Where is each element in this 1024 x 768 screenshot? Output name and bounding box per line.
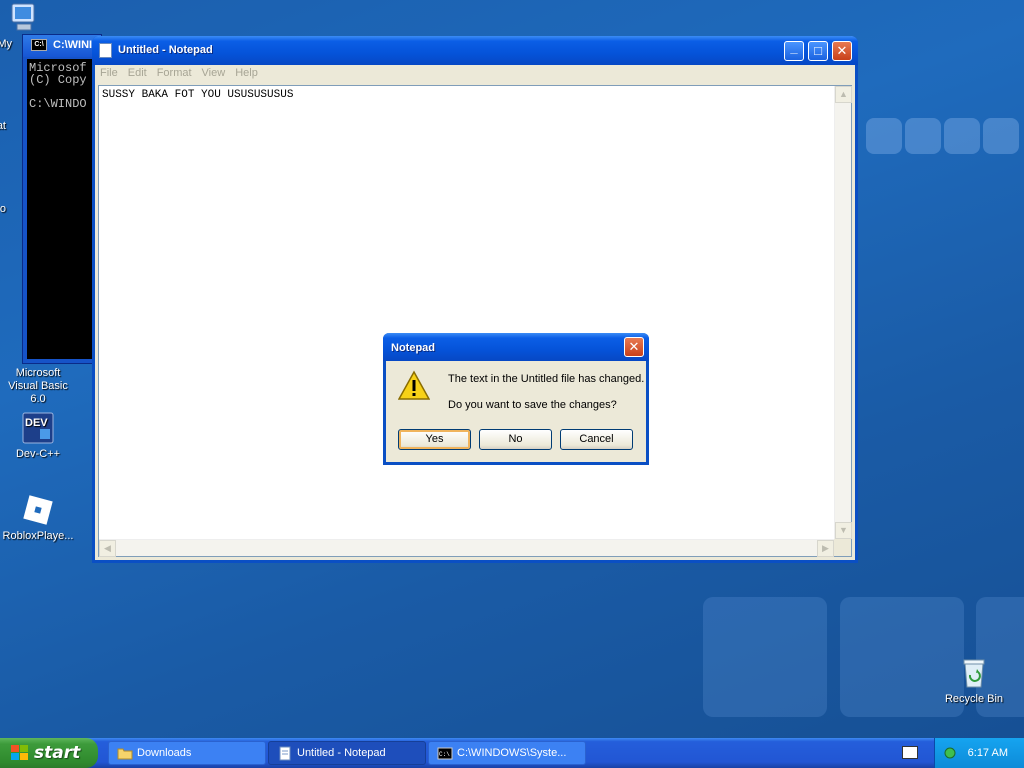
notepad-icon bbox=[99, 43, 112, 58]
clock[interactable]: 6:17 AM bbox=[968, 747, 1008, 759]
notepad-titlebar[interactable]: Untitled - Notepad _ □ ✕ bbox=[92, 36, 858, 65]
desktop-decoration bbox=[866, 118, 902, 154]
notepad-icon bbox=[277, 746, 293, 761]
cancel-button[interactable]: Cancel bbox=[560, 429, 633, 450]
notepad-title: Untitled - Notepad bbox=[118, 44, 213, 56]
desktop-icon-label: Recycle Bin bbox=[944, 693, 1004, 705]
scroll-up-button[interactable]: ▲ bbox=[835, 86, 852, 103]
no-button[interactable]: No bbox=[479, 429, 552, 450]
windows-logo-icon bbox=[11, 745, 29, 762]
taskbar-item-label: Downloads bbox=[137, 747, 192, 759]
menu-edit[interactable]: Edit bbox=[123, 65, 152, 81]
desktop-icon-recycle-bin[interactable]: Recycle Bin bbox=[936, 657, 1012, 706]
cmd-title: C:\WINI bbox=[53, 39, 93, 51]
menu-view[interactable]: View bbox=[197, 65, 231, 81]
desktop-icon-label: RobloxPlaye... bbox=[2, 530, 74, 542]
taskbar-item-notepad[interactable]: Untitled - Notepad bbox=[268, 741, 426, 765]
console-output[interactable]: Microsof (C) Copy C:\WINDO bbox=[27, 59, 101, 359]
taskbar-item-downloads[interactable]: Downloads bbox=[108, 741, 266, 765]
dialog-title: Notepad bbox=[391, 342, 435, 354]
cmd-titlebar[interactable]: C:\ C:\WINI bbox=[23, 35, 101, 57]
taskbar-item-label: Untitled - Notepad bbox=[297, 747, 386, 759]
maximize-button[interactable]: □ bbox=[808, 41, 828, 61]
dialog-titlebar[interactable]: Notepad ✕ bbox=[383, 333, 649, 361]
save-changes-dialog[interactable]: Notepad ✕ The text in the Untitled file … bbox=[383, 333, 649, 465]
text-editor[interactable]: SUSSY BAKA FOT YOU USUSUSUSUS ▲ ▼ ◀ ▶ bbox=[98, 85, 852, 557]
desktop-icon-dev-cpp[interactable]: DEV Dev-C++ bbox=[0, 412, 76, 461]
taskbar-item-cmd[interactable]: C:\ C:\WINDOWS\Syste... bbox=[428, 741, 586, 765]
roblox-icon bbox=[22, 494, 54, 526]
keyboard-icon[interactable] bbox=[902, 746, 918, 759]
vertical-scrollbar[interactable]: ▲ ▼ bbox=[834, 86, 852, 539]
dialog-question: Do you want to save the changes? bbox=[448, 399, 617, 411]
scroll-left-button[interactable]: ◀ bbox=[99, 540, 116, 557]
system-tray: 6:17 AM bbox=[934, 738, 1024, 768]
console-line: C:\WINDO bbox=[29, 97, 87, 111]
console-line: (C) Copy bbox=[29, 73, 87, 87]
menu-format[interactable]: Format bbox=[152, 65, 197, 81]
editor-content[interactable]: SUSSY BAKA FOT YOU USUSUSUSUS bbox=[102, 89, 293, 101]
command-prompt-window[interactable]: C:\ C:\WINI Microsof (C) Copy C:\WINDO bbox=[22, 34, 102, 364]
recycle-bin-icon bbox=[958, 657, 990, 689]
warning-icon bbox=[397, 370, 431, 402]
cmd-icon: C:\ bbox=[437, 746, 453, 761]
dialog-close-button[interactable]: ✕ bbox=[624, 337, 644, 357]
menu-file[interactable]: File bbox=[95, 65, 123, 81]
resize-grip[interactable] bbox=[834, 539, 851, 556]
svg-text:DEV: DEV bbox=[25, 417, 48, 429]
desktop-icon-label: Microsoft Visual Basic 6.0 bbox=[8, 367, 68, 405]
folder-icon bbox=[117, 746, 133, 761]
dev-cpp-icon: DEV bbox=[22, 412, 54, 444]
desktop-decoration bbox=[983, 118, 1019, 154]
desktop-icon-visual-basic[interactable]: Microsoft Visual Basic 6.0 bbox=[0, 367, 76, 406]
desktop-icon-label: Dev-C++ bbox=[15, 448, 61, 460]
cmd-icon: C:\ bbox=[31, 39, 47, 51]
horizontal-scrollbar[interactable]: ◀ ▶ bbox=[99, 539, 834, 557]
menu-help[interactable]: Help bbox=[230, 65, 263, 81]
start-label: start bbox=[34, 743, 81, 763]
computer-icon bbox=[6, 2, 38, 34]
scroll-right-button[interactable]: ▶ bbox=[817, 540, 834, 557]
start-button[interactable]: start bbox=[0, 738, 98, 768]
desktop-icon-roblox[interactable]: RobloxPlaye... bbox=[0, 494, 76, 543]
svg-text:C:\: C:\ bbox=[439, 751, 450, 758]
notepad-window[interactable]: Untitled - Notepad _ □ ✕ File Edit Format V… bbox=[92, 36, 858, 563]
taskbar-item-label: C:\WINDOWS\Syste... bbox=[457, 747, 567, 759]
taskbar: start Downloads Untitled - Notepad C:\ C… bbox=[0, 738, 1024, 768]
scroll-down-button[interactable]: ▼ bbox=[835, 522, 852, 539]
desktop-decoration bbox=[703, 597, 827, 717]
yes-button[interactable]: Yes bbox=[398, 429, 471, 450]
desktop-decoration bbox=[944, 118, 980, 154]
network-icon[interactable] bbox=[943, 746, 957, 760]
desktop-decoration bbox=[905, 118, 941, 154]
minimize-button[interactable]: _ bbox=[784, 41, 804, 61]
menu-bar: File Edit Format View Help bbox=[95, 65, 855, 84]
dialog-message: The text in the Untitled file has change… bbox=[448, 373, 645, 385]
close-button[interactable]: ✕ bbox=[832, 41, 852, 61]
